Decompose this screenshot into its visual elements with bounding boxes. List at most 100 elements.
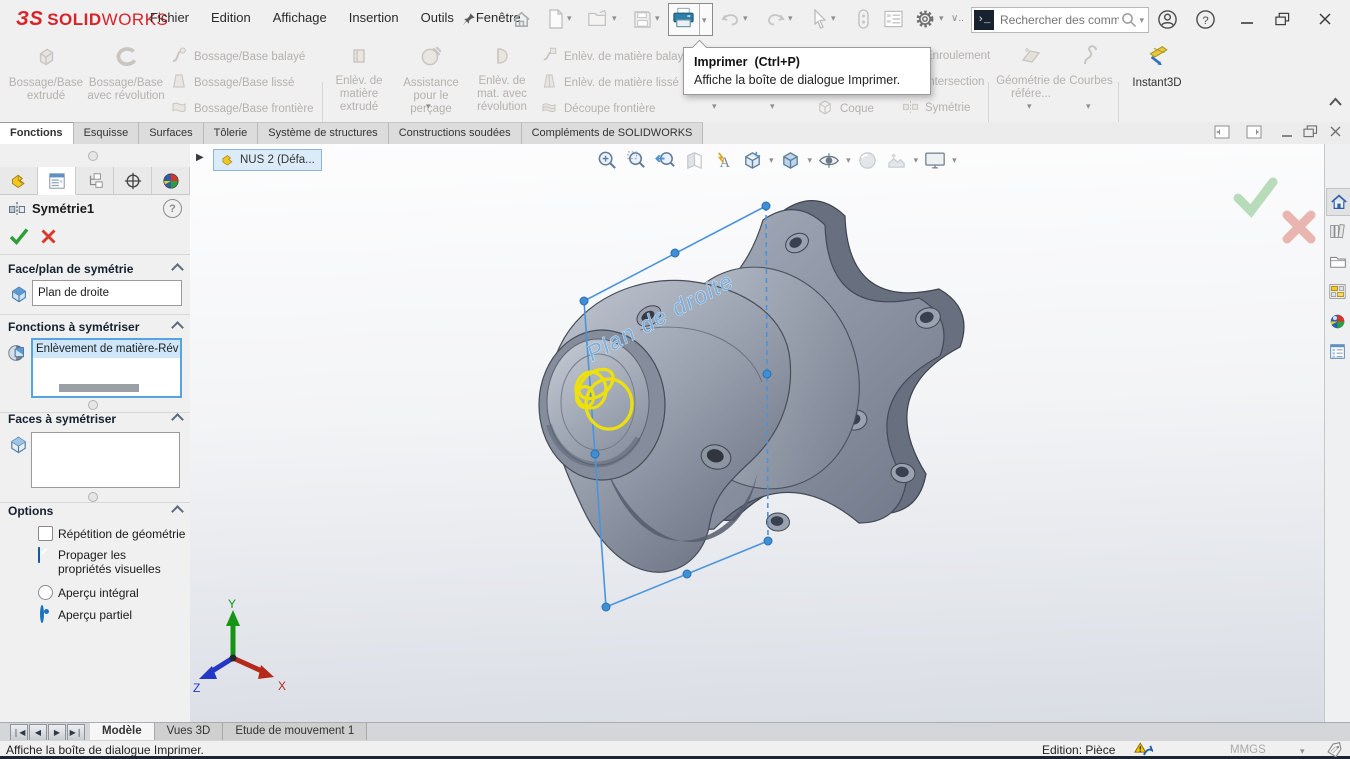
tab-modele[interactable]: Modèle [90, 723, 155, 740]
ribbon-boss-revolve-button[interactable]: Bossage/Base avec révolution [86, 44, 166, 103]
redo-button[interactable] [762, 6, 788, 32]
taskpane-home-icon[interactable] [1326, 188, 1350, 216]
ribbon-boss-loft-button[interactable]: Bossage/Base lissé [170, 72, 294, 93]
tab-vues-3d[interactable]: Vues 3D [155, 723, 224, 740]
save-dropdown[interactable]: ▾ [655, 14, 660, 23]
tab-complements[interactable]: Compléments de SOLIDWORKS [522, 122, 704, 144]
pin-menu-icon[interactable] [455, 6, 481, 32]
taskpane-appearances-icon[interactable] [1326, 308, 1349, 334]
tab-display-manager[interactable] [152, 167, 190, 194]
nav-first-icon[interactable]: ❘◀ [10, 724, 28, 741]
annotations-visibility-icon[interactable]: A [711, 148, 735, 172]
ribbon-cut-extrude-button[interactable]: Enlèv. de matière extrudé [328, 44, 390, 114]
ribbon-boss-extrude-button[interactable]: Bossage/Base extrudé [6, 44, 86, 103]
search-icon[interactable] [1121, 12, 1137, 28]
fillet-dropdown[interactable]: ▾ [770, 102, 775, 111]
ribbon-cut-sweep-button[interactable]: Enlèv. de matière balayé [540, 46, 690, 67]
partial-preview-radio[interactable] [40, 605, 44, 623]
menu-outils[interactable]: Outils [421, 10, 454, 25]
pm-help-icon[interactable]: ? [163, 199, 182, 218]
list-item-selected[interactable]: Enlèvement de matière-Rév [33, 340, 180, 358]
geometry-pattern-checkbox[interactable] [38, 526, 53, 541]
zoom-to-fit-icon[interactable] [595, 148, 619, 172]
search-dropdown[interactable]: ▾ [1139, 16, 1144, 25]
new-document-dropdown[interactable]: ▾ [567, 14, 572, 23]
select-dropdown[interactable]: ▾ [831, 14, 836, 23]
propagate-visual-checkbox[interactable] [38, 547, 40, 563]
tab-systeme-structures[interactable]: Système de structures [258, 122, 388, 144]
units-dropdown[interactable]: ▾ [1300, 747, 1305, 756]
tab-surfaces[interactable]: Surfaces [139, 122, 203, 144]
settings-dropdown[interactable]: ▾ [939, 14, 944, 23]
ribbon-curves-button[interactable]: Courbes [1066, 44, 1116, 88]
previous-view-icon[interactable] [653, 148, 677, 172]
view-settings-icon[interactable] [923, 148, 947, 172]
edit-appearance-icon[interactable] [856, 148, 880, 172]
part-model[interactable] [539, 201, 964, 573]
section-options-header[interactable]: Options [8, 504, 182, 518]
full-preview-radio[interactable] [38, 585, 53, 600]
mirror-plane-input[interactable]: Plan de droite [32, 280, 182, 306]
section-features-header[interactable]: Fonctions à symétriser [8, 320, 182, 334]
undo-button[interactable] [718, 6, 744, 32]
menu-fichier[interactable]: Fichier [150, 10, 189, 25]
section-faces-header[interactable]: Faces à symétriser [8, 412, 182, 426]
ribbon-cut-boundary-button[interactable]: Découpe frontière [540, 98, 655, 119]
ribbon-reference-geometry-button[interactable]: Géométrie de référe... [994, 44, 1068, 101]
dock-pane-left-icon[interactable] [1214, 125, 1230, 142]
pattern-dropdown[interactable]: ▾ [712, 102, 717, 111]
hide-show-dropdown[interactable]: ▾ [846, 156, 851, 165]
account-icon[interactable] [1154, 6, 1180, 32]
minimize-button[interactable] [1234, 6, 1260, 32]
pm-ok-button[interactable] [8, 226, 30, 249]
reference-geometry-dropdown[interactable]: ▾ [1027, 102, 1032, 111]
apply-scene-dropdown[interactable]: ▾ [914, 156, 919, 165]
panel-grip-handle[interactable] [88, 151, 98, 161]
tab-property-manager[interactable] [38, 167, 76, 195]
nav-next-icon[interactable]: ▶ [48, 724, 66, 741]
resize-handle[interactable] [88, 400, 98, 410]
search-commands-icon[interactable]: ›_ [974, 10, 994, 30]
help-icon[interactable]: ? [1192, 6, 1218, 32]
settings-gear-icon[interactable] [912, 6, 938, 32]
close-button[interactable] [1312, 6, 1338, 32]
ribbon-mirror-button[interactable]: Symétrie [902, 98, 970, 118]
hole-wizard-dropdown[interactable]: ▾ [426, 102, 431, 111]
select-cursor-button[interactable] [807, 6, 833, 32]
display-style-icon[interactable] [779, 148, 803, 172]
new-document-button[interactable] [543, 6, 569, 32]
taskpane-view-palette-icon[interactable] [1326, 278, 1349, 304]
menu-edition[interactable]: Edition [211, 10, 251, 25]
tab-featuremanager-tree[interactable] [0, 167, 38, 194]
ribbon-shell-button[interactable]: Coque [816, 98, 874, 119]
tab-constructions-soudees[interactable]: Constructions soudées [389, 122, 522, 144]
graphics-viewport[interactable]: Plan de droite Y [190, 144, 1324, 722]
open-dropdown[interactable]: ▾ [612, 14, 617, 23]
nav-last-icon[interactable]: ▶❘ [67, 724, 85, 741]
open-button[interactable] [585, 6, 611, 32]
tab-tolerie[interactable]: Tôlerie [204, 122, 259, 144]
pm-cancel-button[interactable] [40, 228, 57, 248]
hide-show-items-icon[interactable] [817, 148, 841, 172]
taskpane-design-library-icon[interactable] [1326, 218, 1349, 244]
apply-scene-icon[interactable] [885, 148, 909, 172]
section-mirror-plane-header[interactable]: Face/plan de symétrie [8, 262, 182, 276]
redo-dropdown[interactable]: ▾ [788, 14, 793, 23]
faces-to-mirror-list[interactable] [31, 432, 180, 488]
toolbar-overflow[interactable]: ∨.. [951, 13, 964, 24]
resize-handle[interactable] [88, 492, 98, 502]
taskpane-file-explorer-icon[interactable] [1326, 248, 1349, 274]
view-settings-dropdown[interactable]: ▾ [952, 156, 957, 165]
ribbon-hole-wizard-button[interactable]: Assistance pour le perçage [392, 44, 470, 116]
tag-icon[interactable] [1326, 742, 1343, 759]
view-orientation-icon[interactable] [740, 148, 764, 172]
menu-insertion[interactable]: Insertion [349, 10, 399, 25]
ribbon-instant3d-button[interactable]: Instant3D [1124, 44, 1190, 90]
display-style-dropdown[interactable]: ▾ [808, 156, 813, 165]
curves-dropdown[interactable]: ▾ [1086, 102, 1091, 111]
tab-fonctions[interactable]: Fonctions [0, 122, 74, 144]
tab-etude-mouvement[interactable]: Etude de mouvement 1 [223, 723, 367, 740]
confirm-ok-check[interactable] [1238, 182, 1273, 211]
ribbon-boss-sweep-button[interactable]: Bossage/Base balayé [170, 46, 305, 67]
menu-affichage[interactable]: Affichage [273, 10, 327, 25]
